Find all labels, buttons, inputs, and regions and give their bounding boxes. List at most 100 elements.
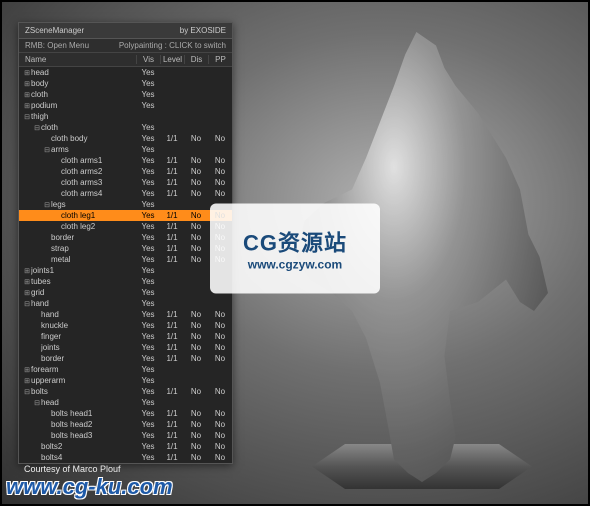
level-cell[interactable]: 1/1: [160, 387, 184, 396]
dis-cell[interactable]: No: [184, 354, 208, 363]
level-cell[interactable]: 1/1: [160, 134, 184, 143]
subtool-tree[interactable]: ⊞headYes⊞bodyYes⊞clothYes⊞podiumYes⊟thig…: [19, 67, 232, 463]
dis-cell[interactable]: No: [184, 332, 208, 341]
tree-row[interactable]: ⊞joints1Yes: [19, 265, 232, 276]
tree-row[interactable]: ⊞podiumYes: [19, 100, 232, 111]
vis-cell[interactable]: Yes: [136, 123, 160, 132]
dis-cell[interactable]: No: [184, 343, 208, 352]
vis-cell[interactable]: Yes: [136, 409, 160, 418]
tree-row[interactable]: cloth leg2Yes1/1NoNo: [19, 221, 232, 232]
pp-cell[interactable]: No: [208, 354, 232, 363]
level-cell[interactable]: 1/1: [160, 222, 184, 231]
level-cell[interactable]: 1/1: [160, 167, 184, 176]
expand-toggle-icon[interactable]: ⊞: [23, 377, 31, 385]
tree-row[interactable]: cloth leg1Yes1/1NoNo: [19, 210, 232, 221]
vis-cell[interactable]: Yes: [136, 398, 160, 407]
tree-row[interactable]: cloth arms2Yes1/1NoNo: [19, 166, 232, 177]
tree-row[interactable]: ⊞tubesYes: [19, 276, 232, 287]
col-vis[interactable]: Vis: [136, 55, 160, 64]
tree-row[interactable]: borderYes1/1NoNo: [19, 353, 232, 364]
expand-toggle-icon[interactable]: ⊟: [43, 201, 51, 209]
expand-toggle-icon[interactable]: ⊞: [23, 267, 31, 275]
level-cell[interactable]: 1/1: [160, 354, 184, 363]
pp-cell[interactable]: No: [208, 310, 232, 319]
col-name[interactable]: Name: [19, 55, 136, 64]
level-cell[interactable]: 1/1: [160, 343, 184, 352]
dis-cell[interactable]: No: [184, 409, 208, 418]
tree-row[interactable]: ⊞clothYes: [19, 89, 232, 100]
tree-row[interactable]: handYes1/1NoNo: [19, 309, 232, 320]
tree-row[interactable]: cloth arms3Yes1/1NoNo: [19, 177, 232, 188]
dis-cell[interactable]: No: [184, 211, 208, 220]
dis-cell[interactable]: No: [184, 156, 208, 165]
vis-cell[interactable]: Yes: [136, 211, 160, 220]
dis-cell[interactable]: No: [184, 387, 208, 396]
expand-toggle-icon[interactable]: ⊞: [23, 80, 31, 88]
col-level[interactable]: Level: [160, 55, 184, 64]
vis-cell[interactable]: Yes: [136, 156, 160, 165]
vis-cell[interactable]: Yes: [136, 101, 160, 110]
pp-cell[interactable]: No: [208, 167, 232, 176]
level-cell[interactable]: 1/1: [160, 211, 184, 220]
vis-cell[interactable]: Yes: [136, 167, 160, 176]
pp-cell[interactable]: No: [208, 321, 232, 330]
polypaint-hint[interactable]: Polypainting : CLICK to switch: [119, 41, 226, 50]
vis-cell[interactable]: Yes: [136, 321, 160, 330]
expand-toggle-icon[interactable]: ⊟: [43, 146, 51, 154]
dis-cell[interactable]: No: [184, 233, 208, 242]
vis-cell[interactable]: Yes: [136, 453, 160, 462]
vis-cell[interactable]: Yes: [136, 233, 160, 242]
vis-cell[interactable]: Yes: [136, 68, 160, 77]
tree-row[interactable]: bolts head3Yes1/1NoNo: [19, 430, 232, 441]
pp-cell[interactable]: No: [208, 134, 232, 143]
tree-row[interactable]: bolts2Yes1/1NoNo: [19, 441, 232, 452]
tree-row[interactable]: cloth arms1Yes1/1NoNo: [19, 155, 232, 166]
level-cell[interactable]: 1/1: [160, 409, 184, 418]
tree-row[interactable]: ⊟headYes: [19, 397, 232, 408]
vis-cell[interactable]: Yes: [136, 178, 160, 187]
tree-row[interactable]: ⊟armsYes: [19, 144, 232, 155]
tree-row[interactable]: bolts4Yes1/1NoNo: [19, 452, 232, 463]
vis-cell[interactable]: Yes: [136, 244, 160, 253]
vis-cell[interactable]: Yes: [136, 200, 160, 209]
vis-cell[interactable]: Yes: [136, 431, 160, 440]
expand-toggle-icon[interactable]: ⊟: [33, 399, 41, 407]
tree-row[interactable]: cloth bodyYes1/1NoNo: [19, 133, 232, 144]
tree-row[interactable]: ⊞upperarmYes: [19, 375, 232, 386]
vis-cell[interactable]: Yes: [136, 288, 160, 297]
tree-row[interactable]: ⊞bodyYes: [19, 78, 232, 89]
level-cell[interactable]: 1/1: [160, 453, 184, 462]
pp-cell[interactable]: No: [208, 387, 232, 396]
vis-cell[interactable]: Yes: [136, 266, 160, 275]
expand-toggle-icon[interactable]: ⊟: [23, 300, 31, 308]
tree-row[interactable]: ⊟boltsYes1/1NoNo: [19, 386, 232, 397]
vis-cell[interactable]: Yes: [136, 387, 160, 396]
vis-cell[interactable]: Yes: [136, 332, 160, 341]
pp-cell[interactable]: No: [208, 156, 232, 165]
vis-cell[interactable]: Yes: [136, 310, 160, 319]
pp-cell[interactable]: No: [208, 409, 232, 418]
vis-cell[interactable]: Yes: [136, 90, 160, 99]
level-cell[interactable]: 1/1: [160, 189, 184, 198]
dis-cell[interactable]: No: [184, 134, 208, 143]
vis-cell[interactable]: Yes: [136, 222, 160, 231]
tree-row[interactable]: metalYes1/1NoNo: [19, 254, 232, 265]
vis-cell[interactable]: Yes: [136, 134, 160, 143]
tree-row[interactable]: ⊟handYes: [19, 298, 232, 309]
vis-cell[interactable]: Yes: [136, 189, 160, 198]
col-dis[interactable]: Dis: [184, 55, 208, 64]
vis-cell[interactable]: Yes: [136, 442, 160, 451]
dis-cell[interactable]: No: [184, 442, 208, 451]
pp-cell[interactable]: No: [208, 442, 232, 451]
dis-cell[interactable]: No: [184, 321, 208, 330]
tree-row[interactable]: ⊟legsYes: [19, 199, 232, 210]
pp-cell[interactable]: No: [208, 178, 232, 187]
pp-cell[interactable]: No: [208, 431, 232, 440]
expand-toggle-icon[interactable]: ⊞: [23, 69, 31, 77]
tree-row[interactable]: bolts head2Yes1/1NoNo: [19, 419, 232, 430]
tree-row[interactable]: strapYes1/1NoNo: [19, 243, 232, 254]
pp-cell[interactable]: No: [208, 189, 232, 198]
level-cell[interactable]: 1/1: [160, 244, 184, 253]
vis-cell[interactable]: Yes: [136, 277, 160, 286]
dis-cell[interactable]: No: [184, 420, 208, 429]
